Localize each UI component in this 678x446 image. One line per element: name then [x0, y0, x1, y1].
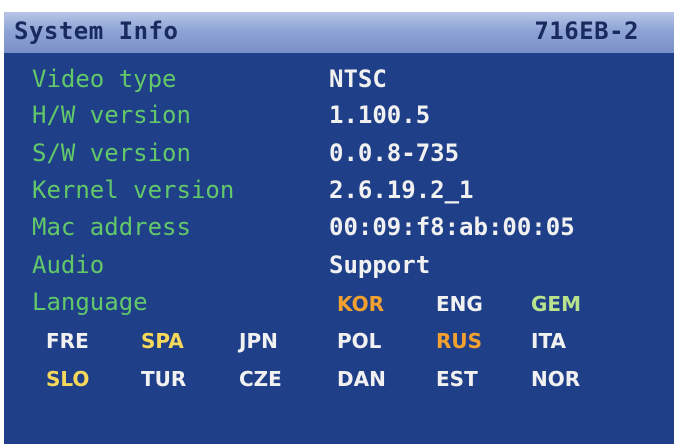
info-value: 2.6.19.2_1: [329, 176, 474, 204]
language-option-rus[interactable]: RUS: [436, 326, 482, 356]
model-name: 716EB-2: [534, 17, 639, 45]
language-label: Language: [32, 288, 148, 316]
language-option-spa[interactable]: SPA: [141, 326, 184, 356]
title-bar: System Info 716EB-2: [4, 12, 674, 53]
language-option-pol[interactable]: POL: [337, 326, 381, 356]
language-option-tur[interactable]: TUR: [141, 364, 186, 394]
info-label: Audio: [32, 251, 105, 279]
language-option-eng[interactable]: ENG: [436, 289, 483, 319]
language-option-nor[interactable]: NOR: [531, 364, 580, 394]
language-option-ita[interactable]: ITA: [531, 326, 566, 356]
info-label: Video type: [32, 65, 177, 93]
info-label: Kernel version: [32, 176, 235, 204]
info-value: 0.0.8-735: [329, 139, 460, 167]
language-option-cze[interactable]: CZE: [239, 364, 282, 394]
info-value: Support: [329, 251, 431, 279]
info-value: 1.100.5: [329, 101, 431, 129]
info-label: Mac address: [32, 213, 191, 241]
language-option-est[interactable]: EST: [436, 364, 478, 394]
page-title: System Info: [14, 17, 179, 45]
language-option-fre[interactable]: FRE: [46, 326, 89, 356]
info-value: NTSC: [329, 65, 387, 93]
language-option-gem[interactable]: GEM: [531, 289, 581, 319]
info-label: H/W version: [32, 101, 191, 129]
language-option-kor[interactable]: KOR: [337, 289, 384, 319]
system-info-screen: System Info 716EB-2 Video type NTSC H/W …: [4, 12, 674, 444]
language-option-jpn[interactable]: JPN: [239, 326, 278, 356]
info-value: 00:09:f8:ab:00:05: [329, 213, 575, 241]
language-option-slo[interactable]: SLO: [46, 364, 89, 394]
info-label: S/W version: [32, 139, 191, 167]
language-option-dan[interactable]: DAN: [337, 364, 386, 394]
